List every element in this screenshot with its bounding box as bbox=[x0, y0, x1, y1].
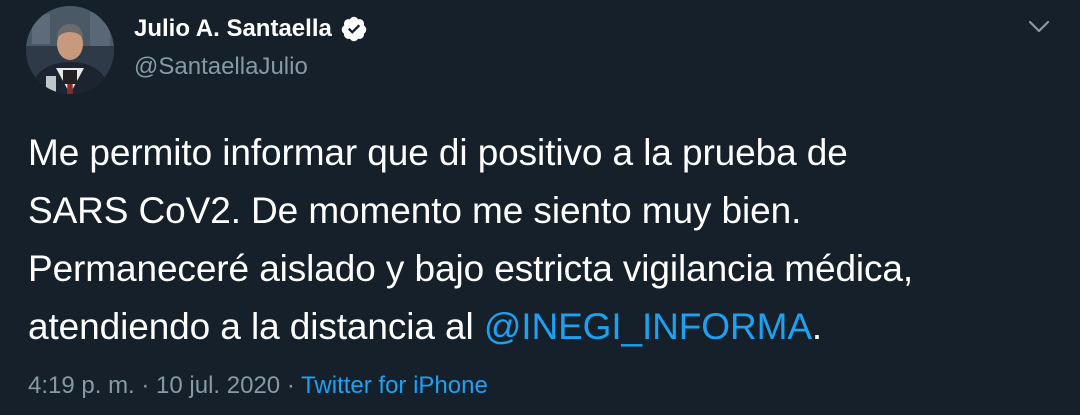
meta-separator: · bbox=[280, 372, 302, 399]
author-handle[interactable]: @SantaellaJulio bbox=[134, 52, 308, 82]
avatar-image bbox=[26, 6, 114, 94]
tweet-text-segment: . bbox=[811, 306, 823, 347]
avatar[interactable] bbox=[26, 6, 114, 94]
display-name[interactable]: Julio A. Santaella bbox=[134, 14, 332, 44]
author-name-row[interactable]: Julio A. Santaella bbox=[134, 14, 368, 44]
tweet-text-segment: atendiendo a la distancia al bbox=[28, 306, 484, 347]
chevron-down-icon bbox=[1028, 20, 1050, 33]
mention-link[interactable]: @INEGI_INFORMA bbox=[484, 306, 812, 347]
verified-badge-icon bbox=[341, 16, 367, 42]
tweet-text-line: atendiendo a la distancia al @INEGI_INFO… bbox=[28, 298, 1058, 356]
more-options-button[interactable] bbox=[1026, 14, 1052, 40]
tweet-text-line: Me permito informar que di positivo a la… bbox=[28, 132, 848, 173]
source-link[interactable]: Twitter for iPhone bbox=[301, 372, 488, 399]
tweet-text-line: SARS CoV2. De momento me siento muy bien… bbox=[28, 190, 802, 231]
tweet-text-line: Permaneceré aislado y bajo estricta vigi… bbox=[28, 248, 914, 289]
tweet-meta: 4:19 p. m. · 10 jul. 2020 · Twitter for … bbox=[28, 370, 488, 402]
tweet-card: Julio A. Santaella @SantaellaJulio Me pe… bbox=[0, 0, 1080, 415]
tweet-text: Me permito informar que di positivo a la… bbox=[28, 124, 1058, 356]
timestamp[interactable]: 4:19 p. m. · 10 jul. 2020 bbox=[28, 372, 280, 399]
